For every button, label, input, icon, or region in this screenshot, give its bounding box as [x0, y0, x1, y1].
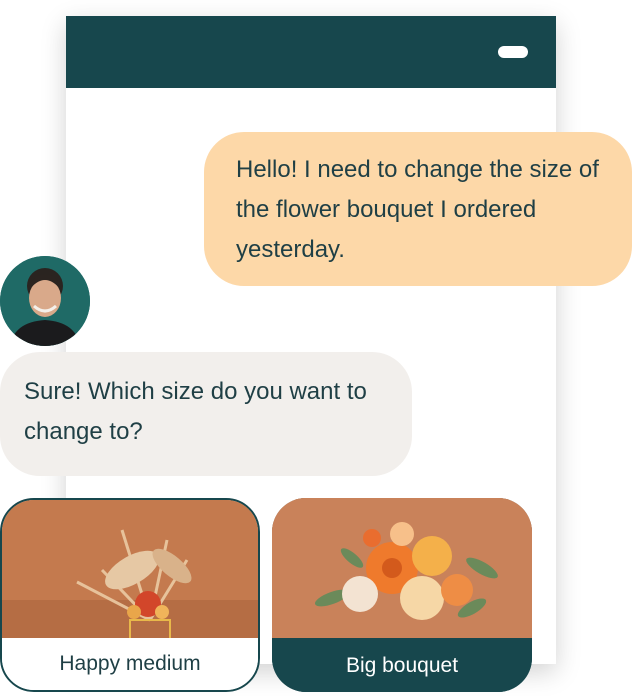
flower-bouquet-large-image [272, 498, 532, 638]
chat-header [66, 16, 556, 88]
agent-avatar [0, 256, 90, 346]
chat-illustration: Hello! I need to change the size of the … [0, 0, 632, 696]
flower-bouquet-small-image [2, 500, 258, 640]
header-pill-icon [498, 46, 528, 58]
option-happy-medium[interactable]: Happy medium [0, 498, 260, 692]
option-big-bouquet[interactable]: Big bouquet [272, 498, 532, 692]
agent-avatar-image [0, 256, 90, 346]
option-label: Big bouquet [272, 640, 532, 692]
agent-message-bubble: Sure! Which size do you want to change t… [0, 352, 412, 476]
agent-message-text: Sure! Which size do you want to change t… [24, 378, 367, 445]
option-label: Happy medium [2, 638, 258, 690]
user-message-text: Hello! I need to change the size of the … [236, 156, 599, 263]
user-message-bubble: Hello! I need to change the size of the … [204, 132, 632, 286]
